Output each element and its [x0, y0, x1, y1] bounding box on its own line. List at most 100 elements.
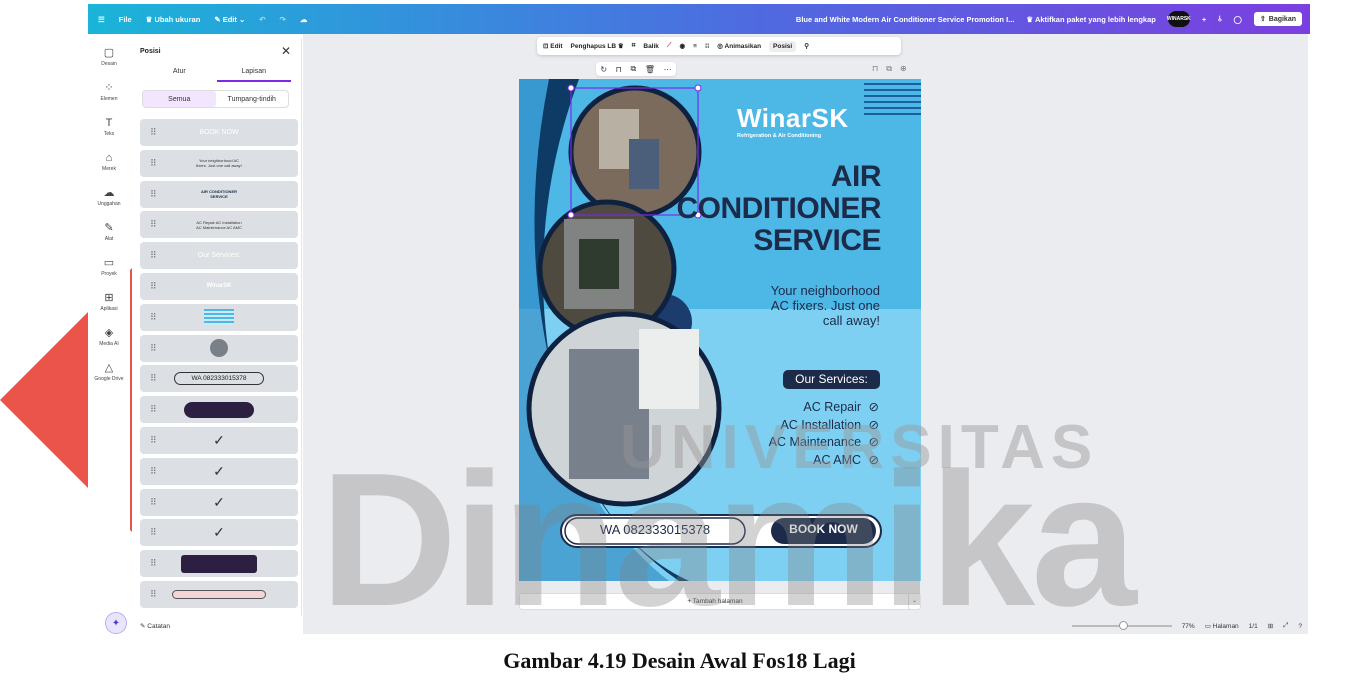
layer-row[interactable]: ⠿	[140, 396, 298, 424]
undo-icon[interactable]: ↶	[259, 15, 265, 24]
upgrade-link[interactable]: ♛ Aktifkan paket yang lebih lengkap	[1026, 15, 1155, 24]
magic-assistant-icon[interactable]: ✦	[105, 612, 127, 634]
color-slash-icon[interactable]: ⟋	[667, 42, 672, 50]
sidebar-item-elemen[interactable]: ⁘ Elemen	[88, 75, 130, 108]
tab-arrange[interactable]: Atur	[142, 68, 217, 82]
help-icon[interactable]: ?	[1298, 623, 1302, 630]
layer-row[interactable]: ⠿	[140, 303, 298, 331]
layer-row[interactable]: ⠿	[140, 580, 298, 608]
services-title: Our Services:	[795, 372, 868, 386]
close-icon[interactable]: ✕	[281, 44, 291, 58]
filter-overlap[interactable]: Tumpang-tindih	[216, 91, 289, 107]
zoom-level[interactable]: 77%	[1182, 623, 1195, 630]
document-title[interactable]: Blue and White Modern Air Conditioner Se…	[796, 15, 1015, 24]
left-sidebar: ▢ Desain ⁘ Elemen T Teks ⌂ Merek ☁ Unggahan ✎ Alat ▭…	[88, 34, 130, 634]
notes-button[interactable]: ✎ Catatan	[140, 622, 170, 630]
page-duplicate-icon[interactable]: ⧉	[886, 64, 892, 74]
sidebar-item-merek[interactable]: ⌂ Merek	[88, 145, 130, 178]
sidebar-item-media-ai[interactable]: ◈ Media AI	[88, 320, 130, 353]
resize-button[interactable]: ♛ Ubah ukuran	[146, 15, 201, 24]
rotate-icon[interactable]: ↻	[600, 65, 607, 74]
grid-view-icon[interactable]: ⊞	[1268, 622, 1273, 630]
page-add-icon[interactable]: ⊕	[900, 64, 907, 74]
layer-row[interactable]: ⠿ AC Repair AC Installation AC Maintenanc…	[140, 211, 298, 239]
avatar[interactable]: WINARSK	[1167, 11, 1191, 27]
sidebar-item-proyek[interactable]: ▭ Proyek	[88, 250, 130, 283]
layer-row[interactable]: ⠿ ✓	[140, 426, 298, 454]
layer-row[interactable]: ⠿ ✓	[140, 519, 298, 547]
format-painter-icon[interactable]: ⚲	[804, 42, 809, 50]
layer-row[interactable]: ⠿ Our Services:	[140, 242, 298, 270]
animate-button[interactable]: ◎ Animasikan	[717, 42, 761, 50]
resize-label: Ubah ukuran	[154, 14, 201, 24]
drag-handle-icon[interactable]: ⠿	[150, 250, 157, 261]
drag-handle-icon[interactable]: ⠿	[150, 497, 157, 508]
drag-handle-icon[interactable]: ⠿	[150, 189, 157, 200]
filter-all[interactable]: Semua	[143, 91, 216, 107]
context-toolbar: ⊡ Edit Penghapus LB ♛ ⌗ Balik ⟋ ◉ ≡ ⁞⁞ ◎…	[537, 37, 901, 55]
drag-handle-icon[interactable]: ⠿	[150, 589, 157, 600]
edit-menu[interactable]: ✎ Edit ⌄	[214, 15, 245, 24]
menu-icon[interactable]: ☰	[98, 15, 105, 24]
sidebar-item-unggahan[interactable]: ☁ Unggahan	[88, 180, 130, 213]
drag-handle-icon[interactable]: ⠿	[150, 404, 157, 415]
crop-icon[interactable]: ⌗	[632, 42, 636, 50]
position-button[interactable]: Posisi	[769, 40, 797, 52]
layer-preview	[204, 309, 234, 326]
fullscreen-icon[interactable]: ⤢	[1283, 622, 1288, 630]
flip-button[interactable]: Balik	[643, 43, 659, 50]
sidebar-item-google-drive[interactable]: △ Google Drive	[88, 355, 130, 388]
pages-button[interactable]: ▭ Halaman	[1205, 622, 1239, 630]
tagline-line-2: AC fixers. Just one	[770, 298, 880, 313]
edit-image-button[interactable]: ⊡ Edit	[543, 42, 563, 50]
sidebar-item-teks[interactable]: T Teks	[88, 110, 130, 143]
layer-row[interactable]: ⠿ ✓	[140, 488, 298, 516]
drag-handle-icon[interactable]: ⠿	[150, 281, 157, 292]
sidebar-item-aplikasi[interactable]: ⊞ Aplikasi	[88, 285, 130, 318]
drag-handle-icon[interactable]: ⠿	[150, 527, 157, 538]
layer-row[interactable]: ⠿ Your neighborhood AC fixers. Just one c…	[140, 149, 298, 177]
headline-line-3: SERVICE	[753, 224, 881, 257]
transparency-icon[interactable]: ⁞⁞	[705, 43, 709, 50]
zoom-slider[interactable]	[1071, 621, 1172, 630]
drag-handle-icon[interactable]: ⠿	[150, 466, 157, 477]
drag-handle-icon[interactable]: ⠿	[150, 343, 157, 354]
more-icon[interactable]: ⋯	[664, 65, 672, 74]
bg-remover-button[interactable]: Penghapus LB ♛	[571, 42, 624, 50]
sidebar-item-desain[interactable]: ▢ Desain	[88, 40, 130, 73]
page-lock-icon[interactable]: ⊓	[872, 64, 878, 74]
headline-line-2: CONDITIONER	[676, 192, 882, 225]
cloud-save-icon: ☁	[299, 14, 308, 24]
layer-row[interactable]: ⠿ WA 082333015378	[140, 365, 298, 393]
delete-icon[interactable]: 🗑	[645, 65, 655, 74]
layer-row[interactable]: ⠿	[140, 334, 298, 362]
add-user-icon[interactable]: +	[1202, 15, 1206, 24]
file-menu[interactable]: File	[119, 15, 132, 24]
upgrade-label: Aktifkan paket yang lebih lengkap	[1034, 14, 1156, 24]
sidebar-item-alat[interactable]: ✎ Alat	[88, 215, 130, 248]
zoom-knob[interactable]	[1118, 621, 1128, 630]
lock-icon[interactable]: ⊓	[616, 65, 622, 74]
layer-row[interactable]: ⠿ WinarSK	[140, 272, 298, 300]
drag-handle-icon[interactable]: ⠿	[150, 435, 157, 446]
drag-handle-icon[interactable]: ⠿	[150, 127, 157, 138]
layer-row[interactable]: ⠿ AIR CONDITIONER SERVICE	[140, 180, 298, 208]
drag-handle-icon[interactable]: ⠿	[150, 558, 157, 569]
share-button[interactable]: ⇧ Bagikan	[1253, 12, 1302, 26]
line-weight-icon[interactable]: ≡	[693, 43, 697, 50]
drag-handle-icon[interactable]: ⠿	[150, 312, 157, 323]
redo-icon[interactable]: ↷	[280, 15, 286, 24]
comment-icon[interactable]: ◯	[1233, 15, 1241, 24]
page-tools: ⊓ ⧉ ⊕	[872, 64, 907, 74]
analytics-icon[interactable]: ⫰	[1218, 14, 1221, 24]
drag-handle-icon[interactable]: ⠿	[150, 373, 157, 384]
drag-handle-icon[interactable]: ⠿	[150, 158, 157, 169]
duplicate-icon[interactable]: ⧉	[631, 64, 637, 74]
drag-handle-icon[interactable]: ⠿	[150, 219, 157, 230]
border-style-icon[interactable]: ◉	[679, 42, 685, 50]
tab-layers[interactable]: Lapisan	[216, 68, 291, 82]
layer-row[interactable]: ⠿	[140, 550, 298, 578]
layer-row[interactable]: ⠿ ✓	[140, 457, 298, 485]
layer-preview: WinarSK	[206, 283, 232, 290]
layer-row[interactable]: ⠿ BOOK NOW	[140, 119, 298, 146]
